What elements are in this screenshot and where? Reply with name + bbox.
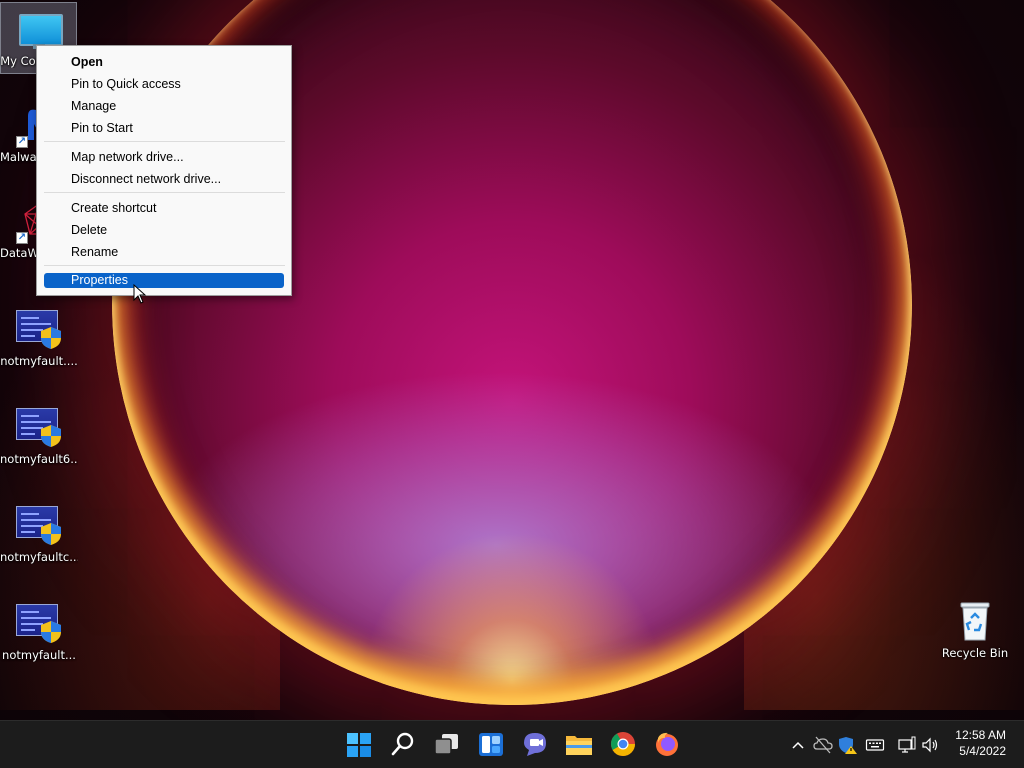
menu-item-delete[interactable]: Delete (44, 222, 284, 238)
file-explorer-icon[interactable] (564, 729, 594, 759)
menu-item-disconnect-network-drive[interactable]: Disconnect network drive... (44, 171, 284, 187)
menu-item-manage[interactable]: Manage (44, 98, 284, 114)
firefox-icon[interactable] (652, 729, 682, 759)
search-icon[interactable] (388, 729, 418, 759)
menu-item-map-network-drive[interactable]: Map network drive... (44, 149, 284, 165)
desktop-icon-label: notmyfaultc... (0, 550, 78, 564)
desktop-icon-notmyfault-1[interactable]: notmyfault.... (0, 308, 78, 368)
uac-shield-icon (41, 523, 61, 545)
context-menu: Open Pin to Quick access Manage Pin to S… (36, 45, 292, 296)
onedrive-icon[interactable] (813, 735, 833, 755)
desktop-icon-notmyfault-2[interactable]: notmyfault6... (0, 406, 78, 466)
desktop-icon-notmyfault-3[interactable]: notmyfaultc... (0, 504, 78, 564)
menu-separator (44, 192, 285, 193)
recycle-bin-icon (960, 602, 990, 641)
keyboard-icon[interactable] (865, 735, 885, 755)
desktop-icon-label: notmyfault... (2, 648, 76, 662)
desktop-icon-label: Recycle Bin (941, 646, 1009, 660)
menu-item-create-shortcut[interactable]: Create shortcut (44, 200, 284, 216)
menu-item-rename[interactable]: Rename (44, 244, 284, 260)
desktop-icon-label: notmyfault6... (0, 452, 78, 466)
desktop-icon-recycle-bin[interactable]: Recycle Bin (936, 598, 1014, 660)
taskbar: 12:58 AM 5/4/2022 (0, 720, 1024, 768)
mouse-cursor-icon (133, 284, 147, 304)
clock[interactable]: 12:58 AM 5/4/2022 (955, 727, 1006, 759)
network-icon[interactable] (897, 735, 917, 755)
uac-shield-icon (41, 621, 61, 643)
desktop-icon-label: notmyfault.... (0, 354, 78, 368)
teams-chat-icon[interactable] (520, 729, 550, 759)
volume-icon[interactable] (921, 735, 941, 755)
widgets-icon[interactable] (476, 729, 506, 759)
menu-separator (44, 141, 285, 142)
menu-item-open[interactable]: Open (44, 54, 284, 70)
menu-item-properties[interactable]: Properties (44, 273, 284, 288)
menu-item-pin-to-start[interactable]: Pin to Start (44, 120, 284, 136)
uac-shield-icon (41, 327, 61, 349)
desktop-icon-notmyfault-4[interactable]: notmyfault... (0, 602, 78, 662)
shortcut-arrow-icon: ↗ (16, 136, 28, 148)
monitor-icon (19, 14, 63, 46)
start-icon[interactable] (344, 729, 374, 759)
chrome-icon[interactable] (608, 729, 638, 759)
security-icon[interactable] (838, 735, 858, 755)
task-view-icon[interactable] (432, 729, 462, 759)
clock-date: 5/4/2022 (959, 744, 1006, 758)
menu-separator (44, 265, 285, 266)
shortcut-arrow-icon: ↗ (16, 232, 28, 244)
chevron-up-icon[interactable] (790, 735, 806, 755)
uac-shield-icon (41, 425, 61, 447)
clock-time: 12:58 AM (955, 728, 1006, 742)
menu-item-pin-quick-access[interactable]: Pin to Quick access (44, 76, 284, 92)
